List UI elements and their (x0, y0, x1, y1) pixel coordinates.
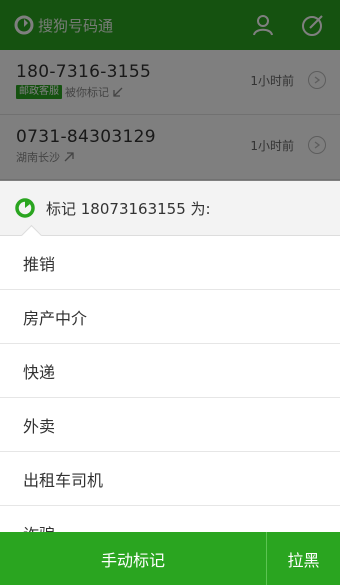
tag-option[interactable]: 诈骗 (0, 506, 340, 532)
block-button[interactable]: 拉黑 (267, 532, 340, 585)
dim-overlay[interactable] (0, 0, 340, 181)
sheet-header: 标记 18073163155 为: (0, 181, 340, 236)
tag-option[interactable]: 推销 (0, 236, 340, 290)
tag-option-list: 推销 房产中介 快递 外卖 出租车司机 诈骗 (0, 236, 340, 532)
sheet-title: 标记 18073163155 为: (46, 199, 211, 218)
mark-sheet: 标记 18073163155 为: 推销 房产中介 快递 外卖 出租车司机 诈骗 (0, 181, 340, 585)
manual-mark-button[interactable]: 手动标记 (0, 532, 267, 585)
tag-option[interactable]: 快递 (0, 344, 340, 398)
bottom-action-bar: 手动标记 拉黑 (0, 532, 340, 585)
sogou-logo-icon (15, 198, 35, 218)
tag-option[interactable]: 外卖 (0, 398, 340, 452)
tag-option[interactable]: 出租车司机 (0, 452, 340, 506)
tag-option[interactable]: 房产中介 (0, 290, 340, 344)
